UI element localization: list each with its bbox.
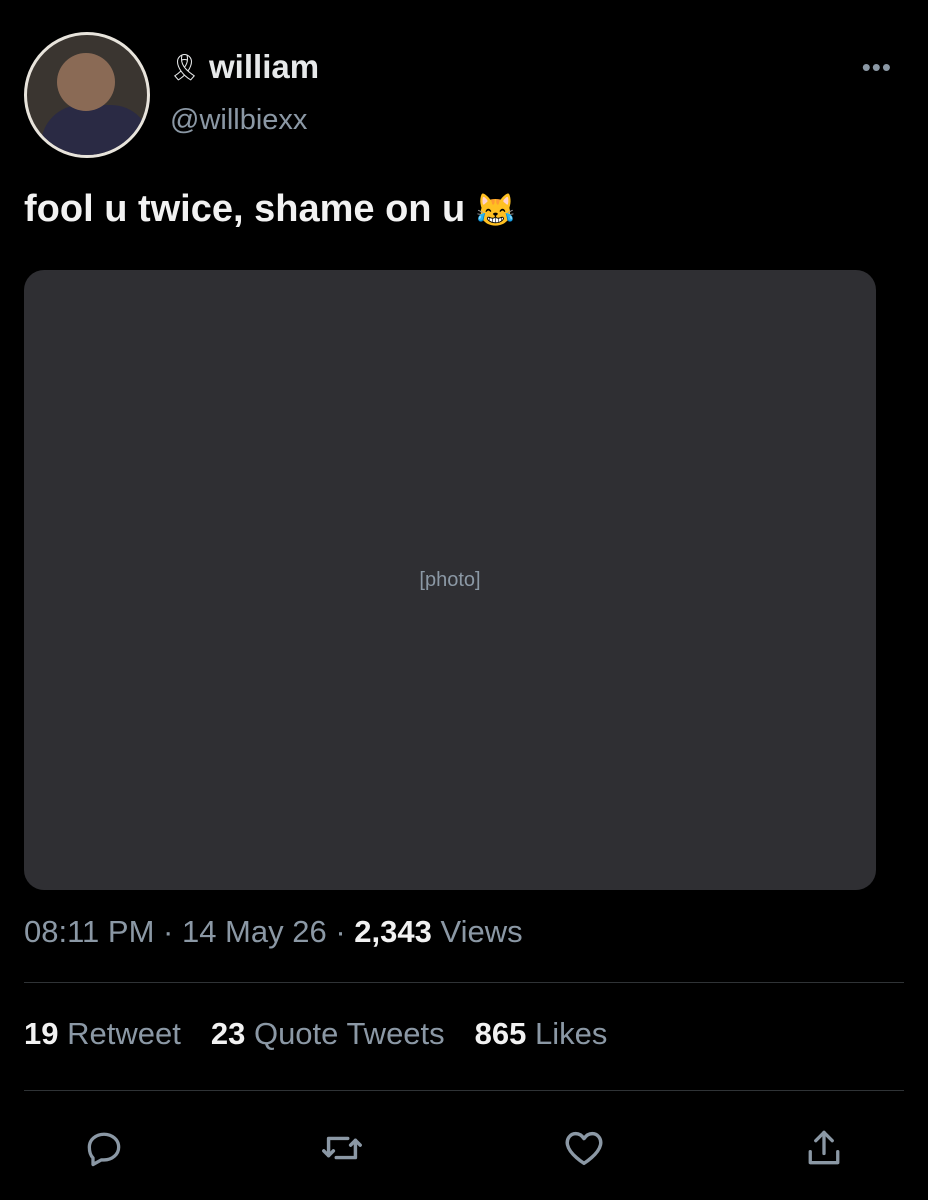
retweet-icon: [322, 1136, 362, 1160]
retweets-stat[interactable]: 19 Retweet: [24, 1016, 181, 1052]
share-button[interactable]: [796, 1120, 852, 1176]
more-icon[interactable]: •••: [862, 52, 892, 83]
tweet-media-placeholder[interactable]: [photo]: [24, 270, 876, 890]
retweets-label: Retweet: [67, 1016, 181, 1051]
tweet-date[interactable]: 14 May 26: [182, 914, 327, 949]
like-button[interactable]: [556, 1120, 612, 1176]
author-name[interactable]: william: [209, 48, 319, 86]
reply-button[interactable]: [76, 1120, 132, 1176]
reply-icon: [87, 1132, 121, 1167]
tweet-meta: 08:11 PM · 14 May 26 · 2,343 Views: [24, 914, 523, 950]
author-handle[interactable]: @willbiexx: [170, 104, 307, 137]
views-label: Views: [431, 914, 523, 949]
divider: [24, 1090, 904, 1091]
engagement-stats: 19 Retweet 23 Quote Tweets 865 Likes: [24, 1016, 607, 1052]
tweet-text-body: fool u twice, shame on u: [24, 188, 466, 230]
likes-label: Likes: [535, 1016, 608, 1051]
retweets-count: 19: [24, 1016, 59, 1051]
retweet-button[interactable]: [314, 1120, 370, 1176]
avatar-face: [57, 53, 115, 111]
tweet-time[interactable]: 08:11 PM: [24, 914, 154, 949]
quotes-label: Quote Tweets: [253, 1016, 445, 1051]
media-label: [photo]: [419, 568, 481, 591]
avatar-shirt: [41, 105, 147, 155]
meta-separator: ·: [154, 914, 182, 949]
likes-stat[interactable]: 865 Likes: [475, 1016, 608, 1052]
meta-separator: ·: [326, 914, 355, 949]
avatar[interactable]: [24, 32, 150, 158]
action-bar: [0, 1120, 928, 1176]
tweet-text: fool u twice, shame on u 😹: [24, 188, 516, 231]
author-name-row[interactable]: 🎗 william: [168, 48, 319, 86]
quotes-count: 23: [210, 1016, 246, 1051]
likes-count: 865: [474, 1016, 527, 1051]
tweet-emoji: 😹: [475, 192, 516, 228]
share-icon: [808, 1130, 840, 1165]
divider: [24, 982, 904, 983]
ribbon-icon: 🎗: [168, 51, 202, 82]
heart-icon: [565, 1131, 603, 1166]
quotes-stat[interactable]: 23 Quote Tweets: [211, 1016, 445, 1052]
views-count: 2,343: [354, 914, 432, 949]
